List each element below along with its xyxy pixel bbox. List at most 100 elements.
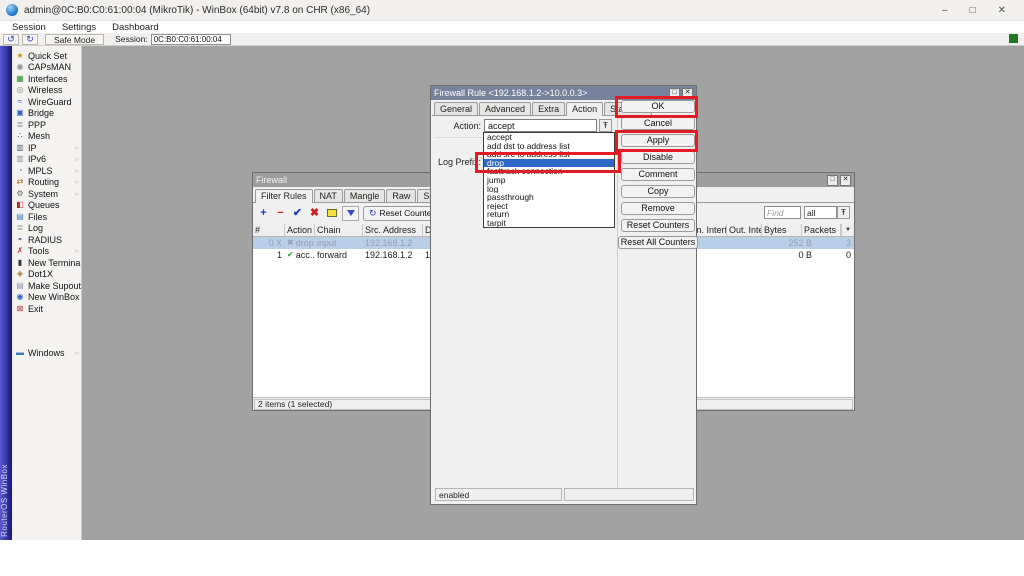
firewall-tab[interactable]: Mangle [344,189,386,202]
sidebar-item[interactable]: ◎ Wireless [12,85,81,97]
minimize-button[interactable]: – [942,5,948,16]
safe-mode-button[interactable]: Safe Mode [45,34,104,45]
menubar: SessionSettingsDashboard [0,21,1024,33]
sidebar-item-label: Bridge [28,108,54,118]
dropdown-option[interactable]: log [484,185,614,194]
sidebar-item[interactable]: ◧ Queues [12,200,81,212]
close-icon[interactable]: ✕ [682,88,693,99]
sidebar-item[interactable]: ▦ Interfaces [12,73,81,85]
close-icon[interactable]: ✕ [840,175,851,186]
disable-rule-button[interactable]: ✖ [308,207,321,220]
sidebar-item-label: Wireless [28,85,63,95]
dialog-button[interactable]: Apply [621,134,695,147]
sidebar-item-label: CAPsMAN [28,62,71,72]
maximize-icon[interactable]: □ [669,88,680,99]
column-header-action[interactable]: Action [285,224,315,236]
maximize-icon[interactable]: □ [827,175,838,186]
dropdown-option[interactable]: jump [484,176,614,185]
dialog-titlebar[interactable]: Firewall Rule <192.168.1.2->10.0.0.3> □ … [431,86,696,100]
dialog-tab[interactable]: Extra [532,102,565,115]
dialog-button[interactable]: Remove [621,202,695,215]
dialog-tab[interactable]: General [434,102,478,115]
sidebar-item[interactable]: ∴ Mesh [12,131,81,143]
sidebar-item[interactable]: ⇄ Routing ▹ [12,177,81,189]
redo-icon[interactable]: ↻ [22,34,38,45]
dropdown-option[interactable]: reject [484,202,614,211]
dropdown-option[interactable]: fasttrack connection [484,167,614,176]
session-input[interactable]: 0C:B0:C0:61:00:04 [151,34,231,45]
sidebar-item[interactable]: ⊠ Exit [12,303,81,315]
dropdown-option[interactable]: add dst to address list [484,142,614,151]
remove-rule-button[interactable]: − [274,207,287,220]
filter-scope-select[interactable]: all [804,206,837,219]
submenu-arrow-icon: ▹ [75,178,79,186]
firewall-tab[interactable]: NAT [314,189,343,202]
sidebar-item-icon: ◉ [15,292,25,302]
rule-packets: 3 [815,237,854,249]
close-button[interactable]: ✕ [998,5,1006,16]
enable-rule-button[interactable]: ✔ [291,207,304,220]
submenu-arrow-icon: ▹ [75,167,79,175]
column-header-bytes[interactable]: Bytes [762,224,802,236]
dropdown-option[interactable]: tarpit [484,219,614,228]
dropdown-option[interactable]: return [484,210,614,219]
sidebar-item[interactable]: ◓ RADIUS [12,234,81,246]
dialog-button[interactable]: Reset Counters [621,219,695,232]
sidebar-item[interactable]: ★ Quick Set [12,50,81,62]
log-prefix-label: Log Prefix: [435,157,481,167]
sidebar-item[interactable]: ◔ MPLS ▹ [12,165,81,177]
comment-icon[interactable] [325,207,338,220]
dialog-button[interactable]: Disable [621,151,695,164]
sidebar-item-icon: ⊠ [15,304,25,314]
menu-item[interactable]: Dashboard [104,22,166,33]
dropdown-option[interactable]: passthrough [484,193,614,202]
firewall-tab[interactable]: Filter Rules [255,189,313,203]
os-window-title: admin@0C:B0:C0:61:00:04 (MikroTik) - Win… [24,5,370,16]
menu-item[interactable]: Settings [54,22,104,33]
sidebar-item[interactable]: ◉ CAPsMAN [12,62,81,74]
dropdown-option[interactable]: drop [484,159,614,168]
menu-item[interactable]: Session [4,22,54,33]
dialog-tab[interactable]: Advanced [479,102,531,115]
dialog-button[interactable]: Cancel [621,117,695,130]
dialog-button[interactable]: Comment [621,168,695,181]
dropdown-option[interactable]: accept [484,133,614,142]
column-header-chain[interactable]: Chain [315,224,363,236]
add-rule-button[interactable]: + [257,207,270,220]
sidebar-item[interactable]: ▥ IP ▹ [12,142,81,154]
filter-scope-dropdown-icon[interactable]: Ŧ [837,206,850,219]
sidebar-item-windows[interactable]: ▬ Windows ▹ [12,348,81,360]
sidebar-item-label: PPP [28,120,46,130]
undo-icon[interactable]: ↺ [3,34,19,45]
sidebar-item[interactable]: ≣ Log [12,223,81,235]
dropdown-option[interactable]: add src to address list [484,150,614,159]
action-select[interactable]: accept [484,119,597,132]
filter-icon[interactable] [342,206,359,221]
dialog-button[interactable]: Reset All Counters [618,236,698,249]
sidebar-item[interactable]: ▤ Make Supout.rif [12,280,81,292]
sidebar-item[interactable]: ◈ Dot1X [12,269,81,281]
column-header-number[interactable]: # [253,224,285,236]
sidebar-item[interactable]: ▥ IPv6 ▹ [12,154,81,166]
sidebar-item[interactable]: ≣ PPP [12,119,81,131]
find-input[interactable] [764,206,801,219]
sidebar-item[interactable]: ▣ Bridge [12,108,81,120]
column-header-out-interface[interactable]: Out. Inte... [727,224,762,236]
column-header-packets[interactable]: Packets [802,224,841,236]
action-dropdown-icon[interactable]: Ŧ [599,119,612,132]
sidebar-item[interactable]: ▮ New Terminal [12,257,81,269]
restore-button[interactable]: □ [970,5,976,16]
sidebar-item-icon: ◉ [15,62,25,72]
sidebar-item[interactable]: ≈ WireGuard [12,96,81,108]
dialog-button[interactable]: OK [621,100,695,113]
column-header-src-address[interactable]: Src. Address [363,224,423,236]
column-options-icon[interactable]: ▼ [841,224,854,236]
dialog-tab[interactable]: Action [566,102,603,116]
dialog-button[interactable]: Copy [621,185,695,198]
sidebar-item[interactable]: ⚙ System ▹ [12,188,81,200]
firewall-tab[interactable]: Raw [386,189,416,202]
sidebar-item[interactable]: ▤ Files [12,211,81,223]
sidebar-item[interactable]: ✗ Tools ▹ [12,246,81,258]
sidebar-item-label: New Terminal [28,258,82,268]
sidebar-item[interactable]: ◉ New WinBox [12,292,81,304]
